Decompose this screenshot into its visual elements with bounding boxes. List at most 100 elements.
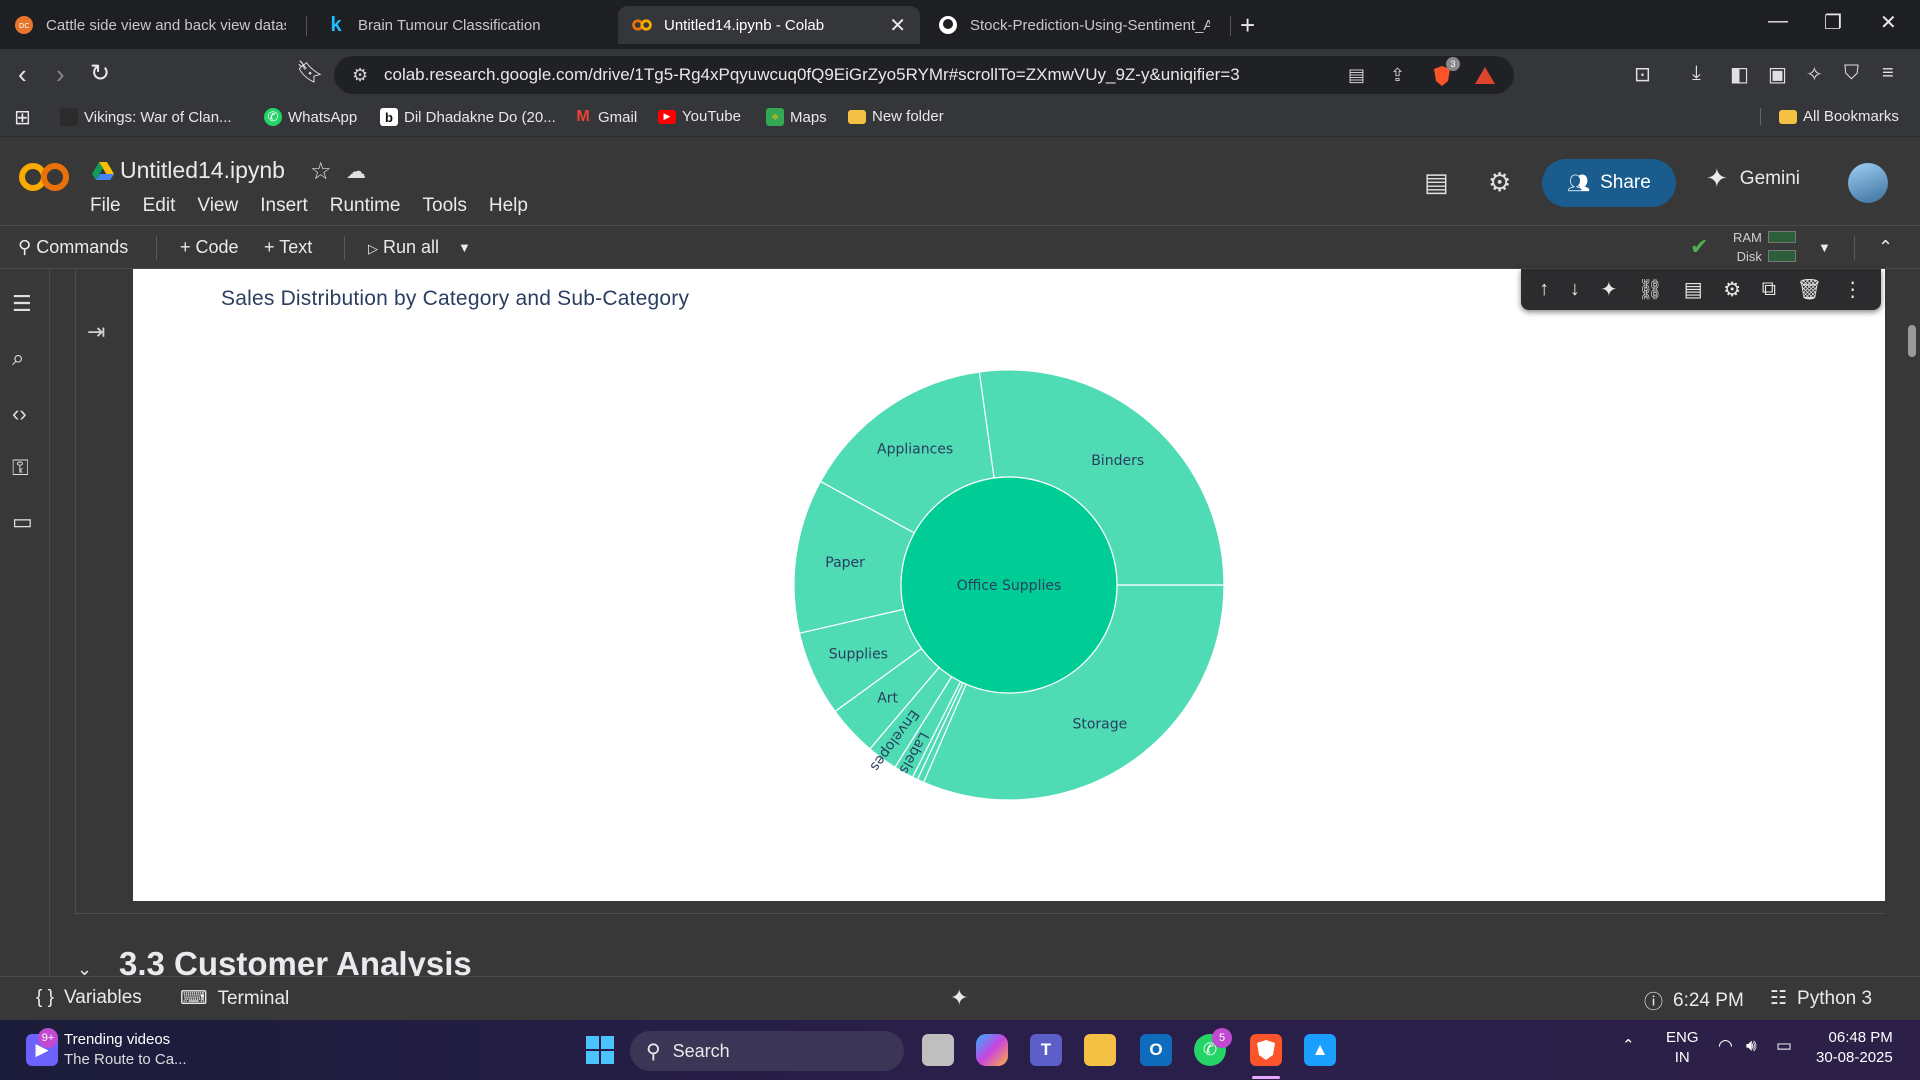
find-replace-icon[interactable]: ⌕ bbox=[12, 345, 24, 371]
close-window-icon[interactable]: ✕ bbox=[1880, 10, 1897, 35]
language-indicator[interactable]: ENG IN bbox=[1666, 1028, 1699, 1068]
star-icon[interactable]: ☆ bbox=[310, 157, 332, 186]
brave-browser-icon[interactable] bbox=[1250, 1034, 1282, 1066]
copilot-icon[interactable] bbox=[976, 1034, 1008, 1066]
download-icon[interactable]: ⤓ bbox=[1692, 62, 1701, 85]
terminal-button[interactable]: ⌨ Terminal bbox=[180, 987, 289, 1010]
wallet-icon[interactable]: ▣ bbox=[1768, 62, 1787, 87]
cell-settings-icon[interactable]: ⚙ bbox=[1723, 277, 1741, 302]
mirror-cell-icon[interactable]: ⧉ bbox=[1762, 278, 1776, 301]
add-text-button[interactable]: + Text bbox=[264, 237, 312, 258]
connect-dropdown-icon[interactable]: ▼ bbox=[1818, 240, 1831, 255]
windows-start-icon[interactable] bbox=[584, 1034, 616, 1066]
all-bookmarks[interactable]: All Bookmarks bbox=[1760, 108, 1899, 125]
teams-icon[interactable]: T bbox=[1030, 1034, 1062, 1066]
forward-arrow-icon[interactable]: › bbox=[56, 59, 65, 90]
add-code-button[interactable]: + Code bbox=[180, 237, 239, 258]
menu-view[interactable]: View bbox=[197, 195, 238, 217]
collapse-output-icon[interactable]: ⇥ bbox=[87, 319, 105, 345]
settings-gear-icon[interactable]: ⚙ bbox=[1488, 167, 1511, 198]
bookmark-vikings[interactable]: Vikings: War of Clan... bbox=[60, 108, 232, 126]
avatar[interactable] bbox=[1848, 163, 1888, 203]
menu-icon[interactable]: ≡ bbox=[1882, 62, 1894, 85]
widgets-news[interactable]: Trending videos The Route to Ca... bbox=[64, 1030, 187, 1070]
screenshot-icon[interactable]: ⊡ bbox=[1634, 62, 1651, 87]
files-folder-icon[interactable]: ▭ bbox=[12, 509, 33, 535]
resource-monitor[interactable]: RAM Disk bbox=[1733, 228, 1762, 266]
run-all-button[interactable]: ▷ Run all bbox=[368, 237, 439, 258]
share-button[interactable]: 👥︎ Share bbox=[1542, 159, 1676, 207]
leo-ai-icon[interactable]: ✧ bbox=[1806, 62, 1823, 87]
link-icon[interactable]: ⛓ bbox=[1638, 277, 1663, 302]
github-favicon-icon bbox=[938, 15, 958, 35]
back-arrow-icon[interactable]: ‹ bbox=[18, 59, 27, 90]
run-all-dropdown-icon[interactable]: ▼ bbox=[458, 240, 471, 255]
reader-mode-icon[interactable]: ▤ bbox=[1348, 65, 1365, 86]
bookmark-new-folder[interactable]: New folder bbox=[848, 108, 944, 125]
comments-icon[interactable]: ▤ bbox=[1424, 167, 1449, 198]
minimize-icon[interactable]: — bbox=[1768, 10, 1788, 33]
gemini-cell-icon[interactable]: ✦ bbox=[1600, 277, 1617, 302]
kernel-indicator[interactable]: ☷ Python 3 bbox=[1770, 987, 1872, 1010]
share-page-icon[interactable]: ⇪ bbox=[1390, 65, 1405, 86]
google-drive-icon[interactable] bbox=[92, 161, 114, 181]
menu-edit[interactable]: Edit bbox=[143, 195, 176, 217]
tray-overflow-icon[interactable]: ⌃ bbox=[1622, 1036, 1635, 1056]
menu-insert[interactable]: Insert bbox=[260, 195, 308, 217]
commands-button[interactable]: ⚲ Commands bbox=[18, 237, 128, 258]
widget-title: Trending videos bbox=[64, 1031, 171, 1048]
gemini-button[interactable]: ✦ Gemini bbox=[1706, 163, 1800, 194]
move-down-icon[interactable]: ↓ bbox=[1570, 278, 1580, 301]
bookmark-whatsapp[interactable]: ✆ WhatsApp bbox=[264, 108, 357, 126]
wifi-icon[interactable]: ◠ bbox=[1718, 1036, 1733, 1056]
gemini-status-icon[interactable]: ✦ bbox=[950, 985, 968, 1011]
toolbar-divider bbox=[1854, 236, 1855, 260]
menu-help[interactable]: Help bbox=[489, 195, 528, 217]
tab-github-stock[interactable]: Stock-Prediction-Using-Sentiment_A bbox=[924, 6, 1224, 44]
menu-tools[interactable]: Tools bbox=[423, 195, 467, 217]
more-options-icon[interactable]: ⋮ bbox=[1843, 277, 1863, 302]
sunburst-chart[interactable]: StorageLabelsEnvelopesArtSuppliesPaperAp… bbox=[133, 269, 1885, 901]
table-of-contents-icon[interactable]: ☰ bbox=[12, 291, 32, 317]
file-explorer-icon[interactable] bbox=[1084, 1034, 1116, 1066]
brave-rewards-icon[interactable] bbox=[1474, 65, 1496, 90]
restore-icon[interactable]: ❐ bbox=[1824, 10, 1842, 35]
reload-icon[interactable]: ↻ bbox=[90, 59, 110, 88]
taskbar-search[interactable]: ⚲ Search bbox=[630, 1031, 904, 1071]
colab-logo-icon[interactable] bbox=[18, 161, 70, 193]
secrets-key-icon[interactable]: ⚿ bbox=[12, 455, 29, 481]
clock[interactable]: 06:48 PM 30-08-2025 bbox=[1816, 1028, 1893, 1068]
bookmark-maps[interactable]: ⌖ Maps bbox=[766, 108, 827, 126]
task-view-icon[interactable] bbox=[922, 1034, 954, 1066]
sidebar-icon[interactable]: ◧ bbox=[1730, 62, 1749, 87]
scrollbar-thumb[interactable] bbox=[1908, 325, 1916, 357]
address-bar[interactable]: ⚙ colab.research.google.com/drive/1Tg5-R… bbox=[334, 56, 1514, 94]
toolbar-divider bbox=[344, 236, 345, 260]
bookmark-movie[interactable]: b Dil Dhadakne Do (20... bbox=[380, 108, 556, 126]
collapse-header-icon[interactable]: ⌃ bbox=[1878, 237, 1893, 258]
vpn-icon[interactable]: ⛉ bbox=[1844, 62, 1859, 85]
site-settings-icon[interactable]: ⚙ bbox=[352, 65, 368, 86]
apps-grid-icon[interactable]: ⊞ bbox=[14, 105, 31, 130]
menu-runtime[interactable]: Runtime bbox=[330, 195, 401, 217]
notebook-title[interactable]: Untitled14.ipynb bbox=[120, 157, 285, 184]
photos-app-icon[interactable]: ▲ bbox=[1304, 1034, 1336, 1066]
execution-time[interactable]: ⓘ 6:24 PM bbox=[1644, 987, 1744, 1014]
comment-icon[interactable]: ▤ bbox=[1684, 277, 1703, 302]
variables-button[interactable]: { } Variables bbox=[36, 987, 142, 1009]
bookmark-page-icon[interactable]: 🔖︎ bbox=[296, 59, 324, 85]
bookmark-gmail[interactable]: M Gmail bbox=[574, 108, 637, 126]
volume-icon[interactable]: 🔊︎ bbox=[1746, 1036, 1757, 1056]
outlook-icon[interactable]: O bbox=[1140, 1034, 1172, 1066]
tab-cattle-dataset[interactable]: DC Cattle side view and back view datase bbox=[0, 6, 300, 44]
new-tab-button[interactable]: + bbox=[1240, 10, 1255, 41]
menu-file[interactable]: File bbox=[90, 195, 121, 217]
delete-icon[interactable]: 🗑︎ bbox=[1797, 277, 1822, 302]
code-snippets-icon[interactable]: ‹› bbox=[12, 401, 27, 427]
tab-brain-tumour[interactable]: k Brain Tumour Classification bbox=[312, 6, 612, 44]
battery-icon[interactable]: ▭ bbox=[1776, 1036, 1792, 1056]
tab-colab-notebook[interactable]: Untitled14.ipynb - Colab ✕ bbox=[618, 6, 920, 44]
move-up-icon[interactable]: ↑ bbox=[1539, 278, 1549, 301]
close-tab-icon[interactable]: ✕ bbox=[889, 13, 906, 38]
bookmark-youtube[interactable]: ▶ YouTube bbox=[658, 108, 741, 125]
